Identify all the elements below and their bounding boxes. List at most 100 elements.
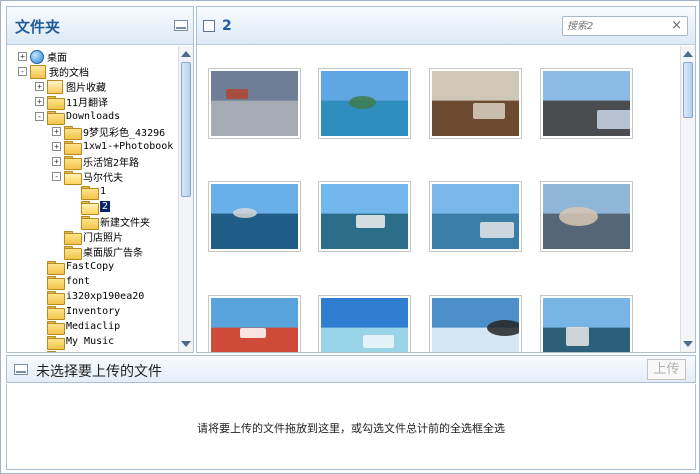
photo-thumbnail[interactable]	[208, 68, 301, 139]
expand-icon[interactable]: +	[52, 127, 61, 136]
scroll-up-icon[interactable]	[181, 51, 191, 57]
current-folder-name: 2	[222, 18, 232, 34]
tree-node[interactable]: 1	[69, 184, 106, 200]
scroll-down-icon[interactable]	[181, 341, 191, 347]
photo-thumbnail[interactable]	[429, 181, 522, 252]
tree-node-label: 我的文档	[49, 68, 89, 79]
airport-walkway-icon	[211, 71, 298, 136]
folder-open-icon	[81, 200, 99, 215]
photo-thumbnail[interactable]	[208, 295, 301, 352]
upload-panel-toggle-icon[interactable]	[14, 364, 28, 375]
tree-node[interactable]: Mediaclip	[35, 319, 120, 335]
tree-node[interactable]: + 图片收藏	[35, 79, 106, 94]
tree-node[interactable]: 2	[69, 199, 111, 215]
upload-button[interactable]: 上传	[647, 359, 686, 380]
content-panel-header: 2 ×	[197, 7, 695, 45]
clear-search-icon[interactable]: ×	[671, 18, 682, 33]
thumbnail-scrollbar[interactable]	[680, 46, 695, 352]
tree-node-label: SQL Server M...	[66, 351, 156, 352]
expand-icon[interactable]: +	[52, 157, 61, 166]
folder-icon	[64, 155, 82, 170]
tree-node[interactable]: My Music	[35, 334, 115, 350]
photo-thumbnail[interactable]	[540, 68, 633, 139]
tree-node-label: My Music	[66, 336, 115, 347]
folder-icon	[81, 215, 99, 230]
tree-node-label: 11月翻译	[66, 98, 109, 109]
upload-status-text: 未选择要上传的文件	[36, 364, 162, 380]
tree-node-label: 9梦见彩色_43296	[83, 128, 166, 139]
tree-node[interactable]: 新建文件夹	[69, 214, 150, 230]
collapse-icon[interactable]: -	[52, 172, 61, 181]
photo-thumbnail[interactable]	[429, 295, 522, 352]
island-resort-icon	[321, 71, 408, 136]
folder-panel-header: 文件夹	[7, 7, 193, 45]
photo-thumbnail[interactable]	[318, 68, 411, 139]
tree-node[interactable]: Inventory	[35, 304, 121, 320]
tree-node-label: 桌面	[47, 53, 67, 64]
tree-node[interactable]: +SQL Server M...	[35, 349, 156, 352]
tree-node[interactable]: + 桌面	[18, 49, 67, 64]
photo-thumbnail[interactable]	[429, 68, 522, 139]
harbor-dock-icon	[211, 184, 298, 249]
scroll-up-icon[interactable]	[683, 51, 693, 57]
tree-node[interactable]: +1xw1-+Photobook	[52, 139, 174, 155]
photo-thumbnail[interactable]	[208, 181, 301, 252]
photo-thumbnail[interactable]	[540, 181, 633, 252]
folder-tree-scrollbar[interactable]	[178, 46, 193, 352]
tree-node-label: Inventory	[66, 306, 121, 317]
photo-thumbnail[interactable]	[318, 295, 411, 352]
tree-node-label: 门店照片	[83, 233, 123, 244]
tree-node[interactable]: - 马尔代夫	[52, 169, 123, 185]
file-upload-window: 文件夹 + 桌面 - 我的文档 + 图片收藏 +11月翻译 - Downloads +9梦见彩色_…	[0, 0, 700, 474]
photo-thumbnail[interactable]	[318, 181, 411, 252]
search-box[interactable]: ×	[562, 16, 688, 36]
folder-icon	[64, 245, 82, 260]
seaplane-terminal-icon	[432, 184, 519, 249]
expand-icon[interactable]: +	[52, 142, 61, 151]
desktop-icon	[30, 49, 44, 64]
drop-hint-text: 请将要上传的文件拖放到这里，或勾选文件总计前的全选框全选	[197, 422, 505, 435]
collapse-panel-icon[interactable]	[174, 20, 188, 31]
drop-zone[interactable]: 请将要上传的文件拖放到这里，或勾选文件总计前的全选框全选	[6, 384, 696, 470]
folder-icon	[47, 350, 63, 352]
tree-node-label: 新建文件夹	[100, 218, 150, 229]
tree-node[interactable]: - Downloads	[35, 109, 121, 125]
scroll-down-icon[interactable]	[683, 341, 693, 347]
tree-node[interactable]: font	[35, 274, 90, 290]
tree-node[interactable]: 桌面版广告条	[52, 244, 143, 260]
tree-node-label: i320xp190ea20	[66, 291, 145, 302]
pier-boats-icon	[321, 184, 408, 249]
folder-icon	[64, 230, 82, 245]
tree-node[interactable]: 门店照片	[52, 229, 123, 245]
tree-node[interactable]: +9梦见彩色_43296	[52, 124, 166, 140]
scroll-thumb[interactable]	[683, 62, 693, 118]
tree-node-label: 1xw1-+Photobook	[83, 141, 174, 152]
tree-node[interactable]: +11月翻译	[35, 94, 109, 110]
tree-node-label: 图片收藏	[66, 83, 106, 94]
tree-node[interactable]: + 乐活馆2年路	[52, 154, 139, 170]
expand-icon[interactable]: +	[35, 82, 44, 91]
folder-icon	[47, 95, 65, 110]
search-input[interactable]	[567, 19, 667, 34]
expand-icon[interactable]: +	[18, 52, 27, 61]
tree-node[interactable]: i320xp190ea20	[35, 289, 145, 305]
tree-node-label: Downloads	[66, 111, 121, 122]
folder-icon	[64, 125, 82, 140]
photo-thumbnail[interactable]	[540, 295, 633, 352]
collapse-icon[interactable]: -	[35, 112, 44, 121]
folder-icon	[47, 260, 65, 275]
tree-node-label: 桌面版广告条	[83, 248, 143, 259]
expand-icon[interactable]: +	[35, 97, 44, 106]
scroll-thumb[interactable]	[181, 62, 191, 197]
tree-node[interactable]: FastCopy	[35, 259, 114, 275]
select-all-checkbox[interactable]	[203, 20, 215, 32]
collapse-icon[interactable]: -	[18, 67, 27, 76]
tree-node[interactable]: - 我的文档	[18, 64, 89, 79]
